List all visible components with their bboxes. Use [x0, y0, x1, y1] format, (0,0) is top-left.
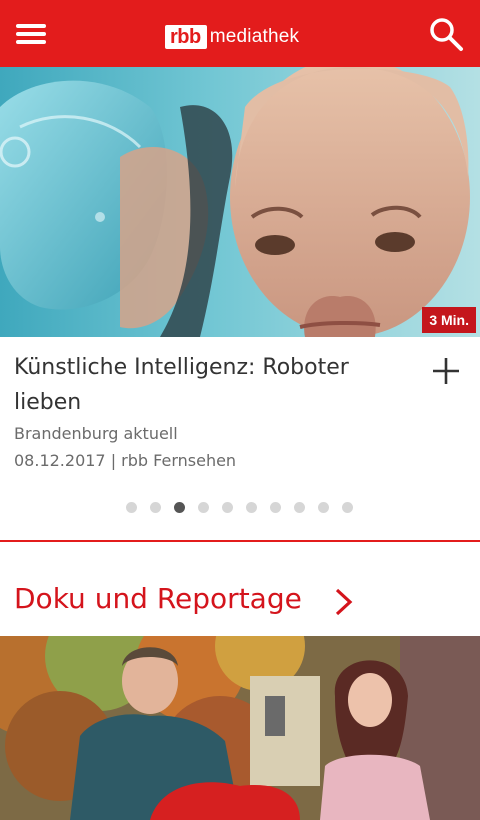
carousel-dot[interactable]	[318, 502, 329, 513]
carousel-dot[interactable]	[342, 502, 353, 513]
chevron-right-icon[interactable]	[333, 587, 355, 617]
carousel-dot-active[interactable]	[174, 502, 185, 513]
carousel-dot[interactable]	[294, 502, 305, 513]
logo-text: mediathek	[209, 25, 300, 47]
section-title[interactable]: Doku und Reportage	[14, 582, 302, 615]
teaser-show-name: Brandenburg aktuell	[14, 424, 178, 443]
teaser-title[interactable]: Künstliche Intelligenz: Roboter lieben	[14, 350, 404, 420]
carousel-dot[interactable]	[150, 502, 161, 513]
rbb-mediathek-logo[interactable]: rbb mediathek	[165, 23, 299, 50]
carousel-dot[interactable]	[246, 502, 257, 513]
duration-badge: 3 Min.	[422, 307, 476, 333]
search-icon[interactable]	[428, 16, 466, 52]
carousel-dot[interactable]	[270, 502, 281, 513]
carousel-pagination	[126, 502, 366, 513]
logo-box: rbb	[165, 24, 207, 49]
carousel-dot[interactable]	[222, 502, 233, 513]
section-divider	[0, 540, 480, 542]
hamburger-menu-icon[interactable]	[14, 20, 50, 48]
carousel-dot[interactable]	[126, 502, 137, 513]
teaser-image[interactable]: 3 Min.	[0, 67, 480, 337]
top-app-bar: rbb mediathek	[0, 0, 480, 67]
carousel-dot[interactable]	[198, 502, 209, 513]
teaser-date-channel: 08.12.2017 | rbb Fernsehen	[14, 451, 237, 470]
section-teaser-image[interactable]	[0, 636, 480, 820]
plus-icon[interactable]	[431, 356, 461, 386]
